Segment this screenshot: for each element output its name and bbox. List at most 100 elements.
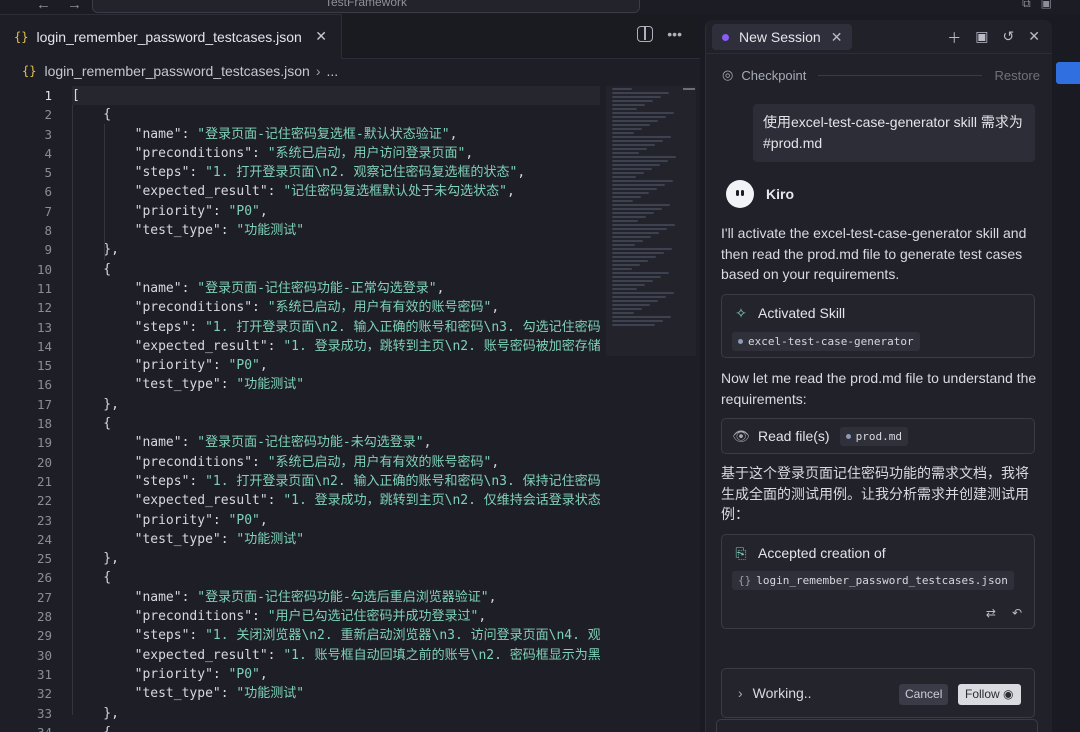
code-editor[interactable]: 1 2 3 4 5 6 7 8 9 10 11 12 13 14 15 16 17 18 19 20 21 22 23 24 2… bbox=[0, 86, 700, 732]
code-line[interactable]: "preconditions": "系统已启动，用户有有效的账号密码", bbox=[72, 453, 600, 472]
minimap-line bbox=[612, 260, 648, 262]
minimap-line bbox=[612, 140, 663, 142]
activated-skill-card[interactable]: ✧ Activated Skill excel-test-case-genera… bbox=[721, 294, 1035, 358]
more-actions-icon[interactable]: ••• bbox=[667, 26, 682, 42]
breadcrumb: {} login_remember_password_testcases.jso… bbox=[0, 59, 700, 83]
code-line[interactable]: "name": "登录页面-记住密码功能-勾选后重启浏览器验证", bbox=[72, 588, 600, 607]
line-number: 31 bbox=[36, 666, 52, 682]
code-line[interactable]: "steps": "1. 关闭浏览器\n2. 重新启动浏览器\n3. 访问登录页… bbox=[72, 626, 600, 645]
chevron-right-icon[interactable]: › bbox=[738, 685, 743, 701]
close-icon[interactable]: ✕ bbox=[1028, 28, 1040, 48]
line-number: 5 bbox=[44, 165, 52, 181]
minimap-line bbox=[612, 120, 658, 122]
code-line[interactable]: "priority": "P0", bbox=[72, 665, 600, 684]
code-line[interactable]: "expected_result": "1. 登录成功，跳转到主页\n2. 仅维… bbox=[72, 491, 600, 510]
minimap-line bbox=[612, 112, 674, 114]
line-number: 2 bbox=[44, 107, 52, 123]
restore-button[interactable]: Restore bbox=[994, 68, 1040, 83]
code-line[interactable]: "priority": "P0", bbox=[72, 202, 600, 221]
sessions-icon[interactable]: ▣ bbox=[975, 28, 988, 48]
diff-icon[interactable]: ⇄ bbox=[986, 606, 996, 620]
code-line[interactable]: { bbox=[72, 568, 600, 587]
breadcrumb-more[interactable]: ... bbox=[326, 63, 338, 79]
history-icon[interactable]: ↺ bbox=[1003, 28, 1015, 48]
code-line[interactable]: }, bbox=[72, 549, 600, 568]
code-lines[interactable]: [ { "name": "登录页面-记住密码复选框-默认状态验证", "prec… bbox=[72, 86, 600, 732]
command-search[interactable]: TestFramework bbox=[92, 0, 640, 13]
line-number: 29 bbox=[36, 628, 52, 644]
code-line[interactable]: { bbox=[72, 414, 600, 433]
skill-chip[interactable]: excel-test-case-generator bbox=[732, 332, 920, 351]
close-icon[interactable]: ✕ bbox=[315, 28, 327, 45]
revert-icon[interactable]: ↶ bbox=[1012, 606, 1022, 620]
code-line[interactable]: "test_type": "功能测试" bbox=[72, 530, 600, 549]
line-number: 6 bbox=[44, 184, 52, 200]
window-layout-icons[interactable]: ⧉▣ bbox=[1022, 0, 1062, 11]
minimap-line bbox=[612, 124, 650, 126]
minimap-line bbox=[612, 320, 663, 322]
file-creation-card[interactable]: ⎘ Accepted creation of {} login_remember_… bbox=[721, 534, 1035, 629]
minimap-line bbox=[612, 100, 653, 102]
editor-tab-json[interactable]: {} login_remember_password_testcases.jso… bbox=[0, 14, 342, 59]
line-number: 34 bbox=[0, 723, 52, 732]
session-tab[interactable]: New Session ✕ bbox=[712, 24, 853, 50]
code-line[interactable]: "preconditions": "用户已勾选记住密码并成功登录过", bbox=[72, 607, 600, 626]
minimap-line bbox=[612, 268, 632, 270]
code-line[interactable]: "priority": "P0", bbox=[72, 511, 600, 530]
card-title: Activated Skill bbox=[758, 305, 846, 321]
code-line[interactable]: "expected_result": "记住密码复选框默认处于未勾选状态", bbox=[72, 182, 600, 201]
code-line[interactable]: "priority": "P0", bbox=[72, 356, 600, 375]
code-line[interactable]: "steps": "1. 打开登录页面\n2. 输入正确的账号和密码\n3. 勾… bbox=[72, 318, 600, 337]
plus-icon[interactable]: ＋ bbox=[947, 28, 961, 48]
code-line[interactable]: "name": "登录页面-记住密码功能-正常勾选登录", bbox=[72, 279, 600, 298]
minimap-line bbox=[612, 96, 661, 98]
editor-pane: {} login_remember_password_testcases.jso… bbox=[0, 14, 700, 732]
minimap-line bbox=[612, 288, 637, 290]
code-line[interactable]: "test_type": "功能测试" bbox=[72, 375, 600, 394]
line-number: 24 bbox=[36, 531, 52, 547]
code-line[interactable]: }, bbox=[72, 704, 600, 723]
follow-button[interactable]: Follow ◉ bbox=[958, 684, 1021, 705]
cancel-button[interactable]: Cancel bbox=[899, 684, 949, 705]
code-line[interactable]: "steps": "1. 打开登录页面\n2. 观察记住密码复选框的状态", bbox=[72, 163, 600, 182]
minimap-line bbox=[612, 216, 646, 218]
line-number: 8 bbox=[44, 223, 52, 239]
code-line[interactable]: { bbox=[72, 723, 600, 732]
scrollbar-marker[interactable] bbox=[683, 88, 695, 90]
code-line[interactable]: "name": "登录页面-记住密码复选框-默认状态验证", bbox=[72, 125, 600, 144]
code-line[interactable]: [ bbox=[72, 86, 600, 106]
chat-input[interactable] bbox=[716, 719, 1038, 732]
minimap-line bbox=[612, 104, 645, 106]
file-chip[interactable]: {} login_remember_password_testcases.json bbox=[732, 571, 1014, 590]
kiro-avatar-icon bbox=[726, 180, 754, 208]
editor-tab-label: login_remember_password_testcases.json bbox=[36, 29, 302, 45]
chevron-right-icon: › bbox=[315, 63, 321, 79]
close-icon[interactable]: ✕ bbox=[831, 29, 843, 46]
code-line[interactable]: "test_type": "功能测试" bbox=[72, 684, 600, 703]
minimap[interactable] bbox=[612, 86, 680, 356]
session-tab-label: New Session bbox=[739, 29, 821, 45]
code-line[interactable]: "steps": "1. 打开登录页面\n2. 输入正确的账号和密码\n3. 保… bbox=[72, 472, 600, 491]
code-line[interactable]: "test_type": "功能测试" bbox=[72, 221, 600, 240]
read-files-card[interactable]: 👁 Read file(s) prod.md bbox=[721, 418, 1035, 454]
split-editor-icon[interactable] bbox=[637, 26, 654, 42]
nav-arrows[interactable]: ←→ bbox=[36, 0, 98, 13]
code-line[interactable]: "preconditions": "系统已启动，用户访问登录页面", bbox=[72, 144, 600, 163]
indent-guide bbox=[72, 105, 73, 715]
code-line[interactable]: }, bbox=[72, 395, 600, 414]
code-line[interactable]: "name": "登录页面-记住密码功能-未勾选登录", bbox=[72, 433, 600, 452]
minimap-line bbox=[612, 324, 655, 326]
code-line[interactable]: "expected_result": "1. 账号框自动回填之前的账号\n2. … bbox=[72, 646, 600, 665]
line-number: 32 bbox=[36, 686, 52, 702]
chat-panel: New Session ✕ ＋ ▣ ↺ ✕ ◎ Checkpoint Resto… bbox=[705, 20, 1052, 732]
code-line[interactable]: "preconditions": "系统已启动，用户有有效的账号密码", bbox=[72, 298, 600, 317]
minimap-line bbox=[612, 248, 672, 250]
code-line[interactable]: { bbox=[72, 105, 600, 124]
code-line[interactable]: "expected_result": "1. 登录成功，跳转到主页\n2. 账号… bbox=[72, 337, 600, 356]
code-line[interactable]: }, bbox=[72, 240, 600, 259]
code-line[interactable]: { bbox=[72, 260, 600, 279]
breadcrumb-file[interactable]: login_remember_password_testcases.json bbox=[44, 63, 309, 79]
file-chip[interactable]: prod.md bbox=[839, 426, 908, 446]
minimap-line bbox=[612, 188, 657, 190]
card-title: Read file(s) bbox=[758, 428, 830, 444]
